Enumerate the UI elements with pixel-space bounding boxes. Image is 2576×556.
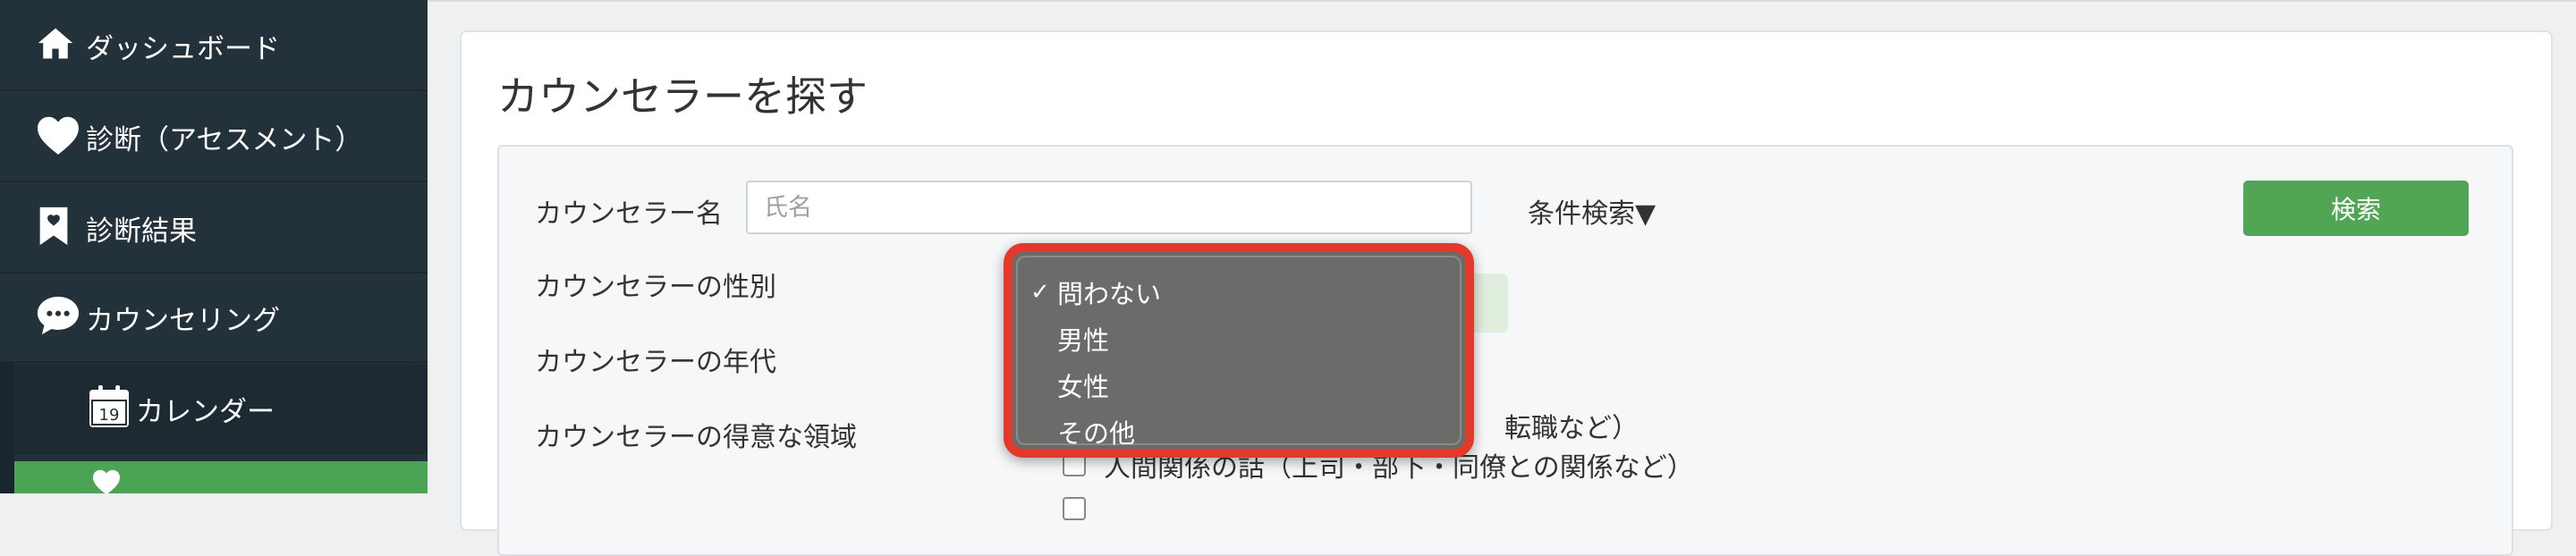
advanced-search-toggle[interactable]: 条件検索▼: [1528, 191, 1656, 231]
dropdown-option-male[interactable]: 男性: [1018, 316, 1460, 361]
search-form: カウンセラー名 条件検索▼ 検索 カウンセラーの性別 カウンセラーの年代 カウン…: [497, 145, 2513, 556]
chat-bubble-icon: [36, 294, 80, 341]
dropdown-option-female[interactable]: 女性: [1018, 363, 1460, 408]
main-content: カウンセラーを探す カウンセラー名 条件検索▼ 検索 カウンセラーの性別 カウン…: [428, 0, 2576, 556]
sidebar-item-calendar[interactable]: 19 カレンダー: [14, 365, 428, 454]
specialty-label: カウンセラーの得意な領域: [535, 422, 857, 453]
age-label: カウンセラーの年代: [535, 347, 776, 378]
sidebar-item-assessment[interactable]: 診断（アセスメント）: [0, 93, 428, 182]
home-icon: [36, 24, 75, 67]
checkmark-icon: ✓: [1030, 279, 1050, 306]
sidebar: ダッシュボード 診断（アセスメント） 診断結果 カウンセリング 19 カレンダー: [0, 0, 429, 493]
submenu-rail: [0, 363, 14, 493]
specialty-option[interactable]: 転職など）: [1504, 406, 1639, 445]
gender-label: カウンセラーの性別: [535, 272, 776, 303]
sidebar-item-counseling[interactable]: カウンセリング: [0, 274, 428, 363]
sidebar-item-label: カウンセリング: [86, 304, 280, 337]
sidebar-item-label: 診断結果: [86, 215, 197, 248]
dropdown-option-any[interactable]: ✓ 問わない: [1018, 270, 1460, 315]
search-card: カウンセラーを探す カウンセラー名 条件検索▼ 検索 カウンセラーの性別 カウン…: [460, 30, 2553, 556]
counselor-name-label: カウンセラー名: [535, 198, 723, 230]
sidebar-item-results[interactable]: 診断結果: [0, 184, 428, 274]
calendar-icon: 19: [88, 384, 131, 433]
checkbox[interactable]: [1063, 497, 1086, 520]
sidebar-item-label: ダッシュボード: [86, 32, 280, 65]
heart-icon: [36, 114, 80, 159]
counselor-name-input[interactable]: [746, 181, 1472, 234]
gender-dropdown-menu: ✓ 問わない 男性 女性 その他: [1004, 243, 1474, 458]
sidebar-item-label: カレンダー: [136, 395, 275, 428]
svg-text:19: 19: [99, 406, 120, 425]
sidebar-item-label: 診断（アセスメント）: [86, 123, 363, 156]
sidebar-item-dashboard[interactable]: ダッシュボード: [0, 2, 428, 91]
sidebar-item-active[interactable]: [14, 461, 428, 493]
bookmark-icon: [36, 206, 72, 250]
page-title: カウンセラーを探す: [497, 72, 868, 121]
dropdown-options: ✓ 問わない 男性 女性 その他: [1016, 256, 1462, 449]
dropdown-option-other[interactable]: その他: [1018, 409, 1460, 454]
specialty-option[interactable]: [1063, 497, 1104, 520]
heart-icon: [89, 468, 123, 493]
search-button[interactable]: 検索: [2243, 181, 2469, 236]
